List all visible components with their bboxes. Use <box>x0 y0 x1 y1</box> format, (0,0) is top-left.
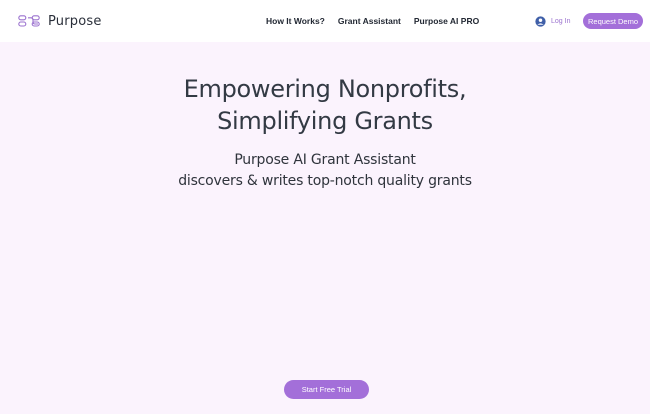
nav-how-it-works[interactable]: How It Works? <box>266 16 325 26</box>
login-label: Log In <box>551 17 571 25</box>
nav-grant-assistant[interactable]: Grant Assistant <box>338 16 401 26</box>
start-free-trial-button[interactable]: Start Free Trial <box>284 380 369 399</box>
request-demo-button[interactable]: Request Demo <box>583 13 643 29</box>
hero-title: Empowering Nonprofits, Simplifying Grant… <box>0 73 650 137</box>
purpose-logo-icon <box>18 15 40 27</box>
brand-name: Purpose <box>48 13 102 29</box>
hero-subtitle-line-1: Purpose AI Grant Assistant <box>234 152 416 168</box>
hero-title-line-1: Empowering Nonprofits, <box>183 75 467 103</box>
nav-purpose-ai-pro[interactable]: Purpose AI PRO <box>414 16 479 26</box>
hero-subtitle: Purpose AI Grant Assistant discovers & w… <box>0 150 650 192</box>
hero-title-line-2: Simplifying Grants <box>217 107 433 135</box>
logo-link[interactable]: Purpose <box>18 11 102 31</box>
login-link[interactable]: Log In <box>535 15 570 27</box>
navbar: Purpose How It Works? Grant Assistant Pu… <box>0 0 650 42</box>
hero-subtitle-line-2: discovers & writes top-notch quality gra… <box>178 173 472 189</box>
user-circle-icon <box>535 15 546 27</box>
main-nav: How It Works? Grant Assistant Purpose AI… <box>266 0 479 42</box>
